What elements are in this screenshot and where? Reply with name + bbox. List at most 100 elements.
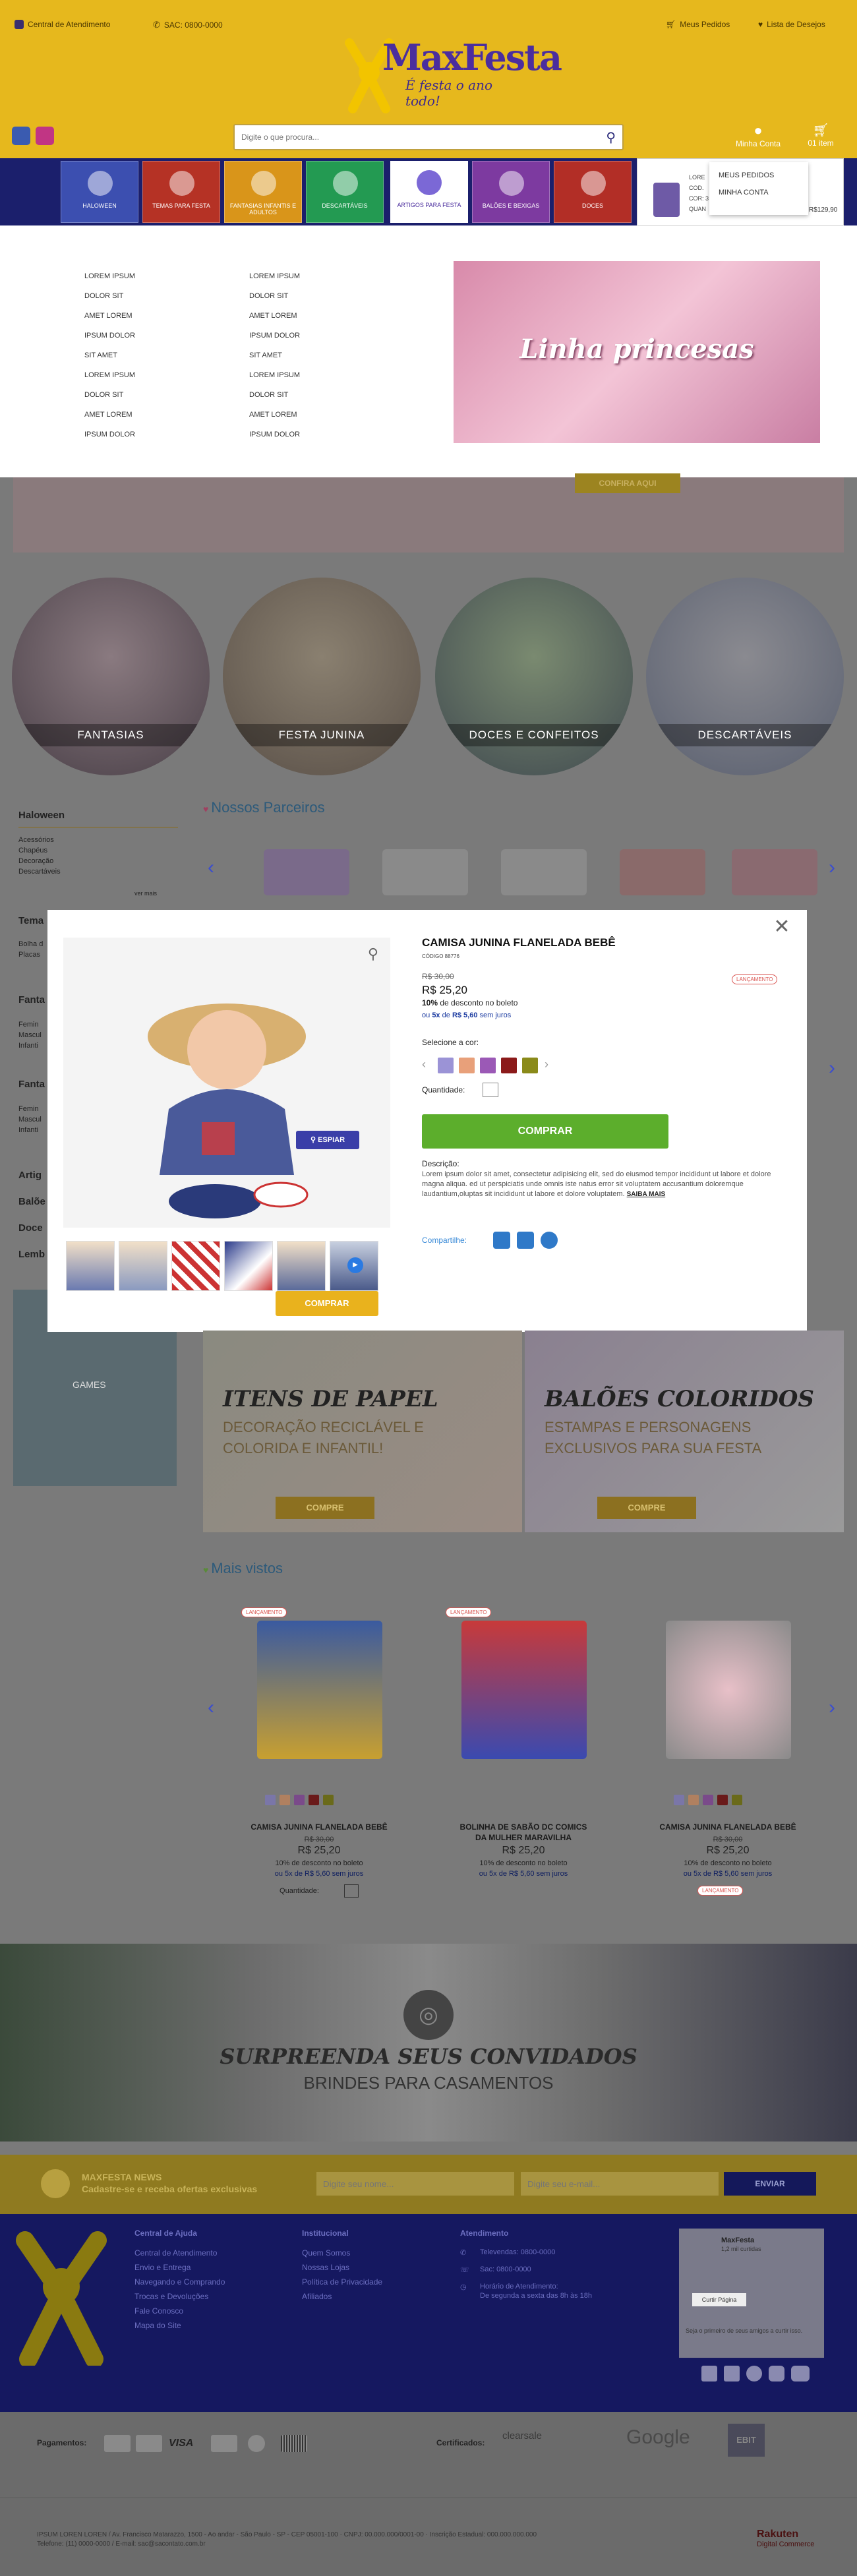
product-thumbnail[interactable] — [171, 1241, 220, 1291]
promo-button[interactable]: COMPRE — [597, 1497, 696, 1519]
chevron-right-icon[interactable]: › — [824, 854, 840, 881]
mega-link[interactable]: LOREM IPSUM — [84, 266, 135, 286]
footer-link[interactable]: Fale Conosco — [134, 2306, 183, 2316]
zoom-icon[interactable]: ⚲ — [368, 945, 378, 963]
name-input[interactable] — [316, 2172, 514, 2196]
product-image[interactable] — [461, 1621, 587, 1759]
mega-link[interactable]: LOREM IPSUM — [249, 365, 300, 385]
nav-temas[interactable]: TEMAS PARA FESTA — [142, 161, 220, 223]
sidebar-title[interactable]: Fanta — [18, 1079, 45, 1090]
minha-conta-link[interactable]: ● Minha Conta — [728, 122, 788, 148]
promo-itens-papel[interactable]: ITENS DE PAPEL DECORAÇÃO RECICLÁVEL E CO… — [203, 1331, 522, 1532]
product-image[interactable] — [257, 1621, 382, 1759]
sidebar-link[interactable]: Decoração — [18, 857, 53, 865]
sidebar-link[interactable]: Femin — [18, 1105, 39, 1113]
product-thumbnail[interactable] — [119, 1241, 167, 1291]
mega-link[interactable]: AMET LOREM — [84, 306, 135, 326]
sidebar-link[interactable]: Bolha d — [18, 940, 43, 948]
mega-link[interactable]: AMET LOREM — [84, 405, 135, 425]
sidebar-link[interactable]: Infanti — [18, 1126, 38, 1134]
circle-fantasias[interactable]: FANTASIAS — [12, 578, 210, 775]
product-main-image[interactable]: ⚲ — [63, 938, 390, 1228]
color-swatch[interactable] — [717, 1795, 728, 1805]
sidebar-title-haloween[interactable]: Haloween — [18, 810, 65, 821]
newsletter-submit-button[interactable]: ENVIAR — [724, 2172, 816, 2196]
email-input[interactable] — [521, 2172, 719, 2196]
sidebar-link[interactable]: Descartáveis — [18, 868, 61, 876]
footer-link[interactable]: Trocas e Devoluções — [134, 2292, 208, 2301]
instagram-icon[interactable] — [769, 2366, 784, 2381]
sidebar-link[interactable]: Mascul — [18, 1116, 42, 1123]
nav-fantasias[interactable]: FANTASIAS INFANTIS E ADULTOS — [224, 161, 302, 223]
chevron-right-icon[interactable]: › — [824, 1055, 840, 1081]
chevron-left-icon[interactable]: ‹ — [422, 1058, 426, 1071]
product-thumbnail[interactable]: ▶ — [330, 1241, 378, 1291]
color-swatch[interactable] — [438, 1058, 454, 1073]
facebook-icon[interactable] — [701, 2366, 717, 2381]
sidebar-link[interactable]: Femin — [18, 1021, 39, 1029]
circle-doces[interactable]: DOCES E CONFEITOS — [435, 578, 633, 775]
chevron-left-icon[interactable]: ‹ — [203, 854, 219, 881]
sidebar-title[interactable]: Fanta — [18, 994, 45, 1005]
mega-link[interactable]: AMET LOREM — [249, 405, 300, 425]
twitter-icon[interactable] — [517, 1232, 534, 1249]
nav-baloes[interactable]: BALÕES E BEXIGAS — [472, 161, 550, 223]
ver-mais-link[interactable]: ver mais — [134, 890, 157, 897]
meus-pedidos-link[interactable]: 🛒︎ Meus Pedidos — [666, 20, 730, 29]
mega-link[interactable]: LOREM IPSUM — [84, 365, 135, 385]
chevron-right-icon[interactable]: › — [545, 1058, 548, 1071]
search-input[interactable] — [235, 125, 591, 149]
nav-artigos[interactable]: ARTIGOS PARA FESTA — [390, 161, 468, 223]
mega-link[interactable]: AMET LOREM — [249, 306, 300, 326]
product-card[interactable]: CAMISA JUNINA FLANELADA BEBÊ R$ 30,00 R$… — [646, 1605, 810, 1915]
sidebar-title[interactable]: Balõe — [18, 1196, 45, 1207]
partner-logo[interactable] — [620, 849, 705, 895]
color-swatch[interactable] — [265, 1795, 276, 1805]
mega-link[interactable]: DOLOR SIT — [249, 286, 300, 306]
search-icon[interactable]: ⚲ — [606, 129, 616, 146]
buy-button[interactable]: COMPRAR — [422, 1114, 668, 1149]
circle-descartaveis[interactable]: DESCARTÁVEIS — [646, 578, 844, 775]
color-swatch[interactable] — [688, 1795, 699, 1805]
mega-link[interactable]: LOREM IPSUM — [249, 266, 300, 286]
product-thumbnail[interactable] — [66, 1241, 115, 1291]
quantity-input[interactable] — [483, 1083, 498, 1097]
saiba-mais-link[interactable]: SAIBA MAIS — [627, 1191, 666, 1198]
sidebar-title[interactable]: Lemb — [18, 1249, 45, 1260]
sac-link[interactable]: ✆ SAC: 0800-0000 — [153, 20, 223, 30]
product-image[interactable] — [666, 1621, 791, 1759]
color-swatch[interactable] — [732, 1795, 742, 1805]
mega-link[interactable]: SIT AMET — [84, 345, 135, 365]
facebook-widget[interactable]: MaxFesta 1,2 mil curtidas Curtir Página … — [679, 2229, 824, 2358]
footer-link[interactable]: Navegando e Comprando — [134, 2277, 225, 2287]
facebook-icon[interactable] — [12, 127, 30, 145]
mega-link[interactable]: IPSUM DOLOR — [249, 425, 300, 444]
menu-meus-pedidos[interactable]: MEUS PEDIDOS — [719, 171, 799, 179]
footer-link[interactable]: Mapa do Site — [134, 2321, 181, 2330]
footer-link[interactable]: Envio e Entrega — [134, 2263, 191, 2272]
chevron-left-icon[interactable]: ‹ — [203, 1694, 219, 1721]
mega-link[interactable]: DOLOR SIT — [84, 385, 135, 405]
color-swatch[interactable] — [280, 1795, 290, 1805]
mega-link[interactable]: DOLOR SIT — [84, 286, 135, 306]
nav-descartaveis[interactable]: DESCARTÁVEIS — [306, 161, 384, 223]
pinterest-icon[interactable] — [541, 1232, 558, 1249]
sidebar-title[interactable]: Artig — [18, 1170, 42, 1181]
sidebar-link[interactable]: Mascul — [18, 1031, 42, 1039]
quantity-input[interactable] — [344, 1884, 359, 1898]
circle-festa-junina[interactable]: FESTA JUNINA — [223, 578, 421, 775]
nav-haloween[interactable]: HALOWEEN — [61, 161, 138, 223]
footer-link[interactable]: Nossas Lojas — [302, 2263, 349, 2272]
footer-link[interactable]: Afiliados — [302, 2292, 332, 2301]
casamento-banner[interactable]: ◎ SURPREENDA SEUS CONVIDADOS BRINDES PAR… — [0, 1944, 857, 2142]
color-swatch[interactable] — [459, 1058, 475, 1073]
princesas-banner[interactable]: Linha princesas — [454, 261, 820, 443]
mega-link[interactable]: IPSUM DOLOR — [249, 326, 300, 345]
footer-link[interactable]: Política de Privacidade — [302, 2277, 382, 2287]
color-swatch[interactable] — [294, 1795, 305, 1805]
twitter-icon[interactable] — [724, 2366, 740, 2381]
sidebar-link[interactable]: Infanti — [18, 1042, 38, 1050]
sidebar-link[interactable]: Acessórios — [18, 836, 54, 844]
nav-doces[interactable]: DOCES — [554, 161, 632, 223]
color-swatch[interactable] — [323, 1795, 334, 1805]
